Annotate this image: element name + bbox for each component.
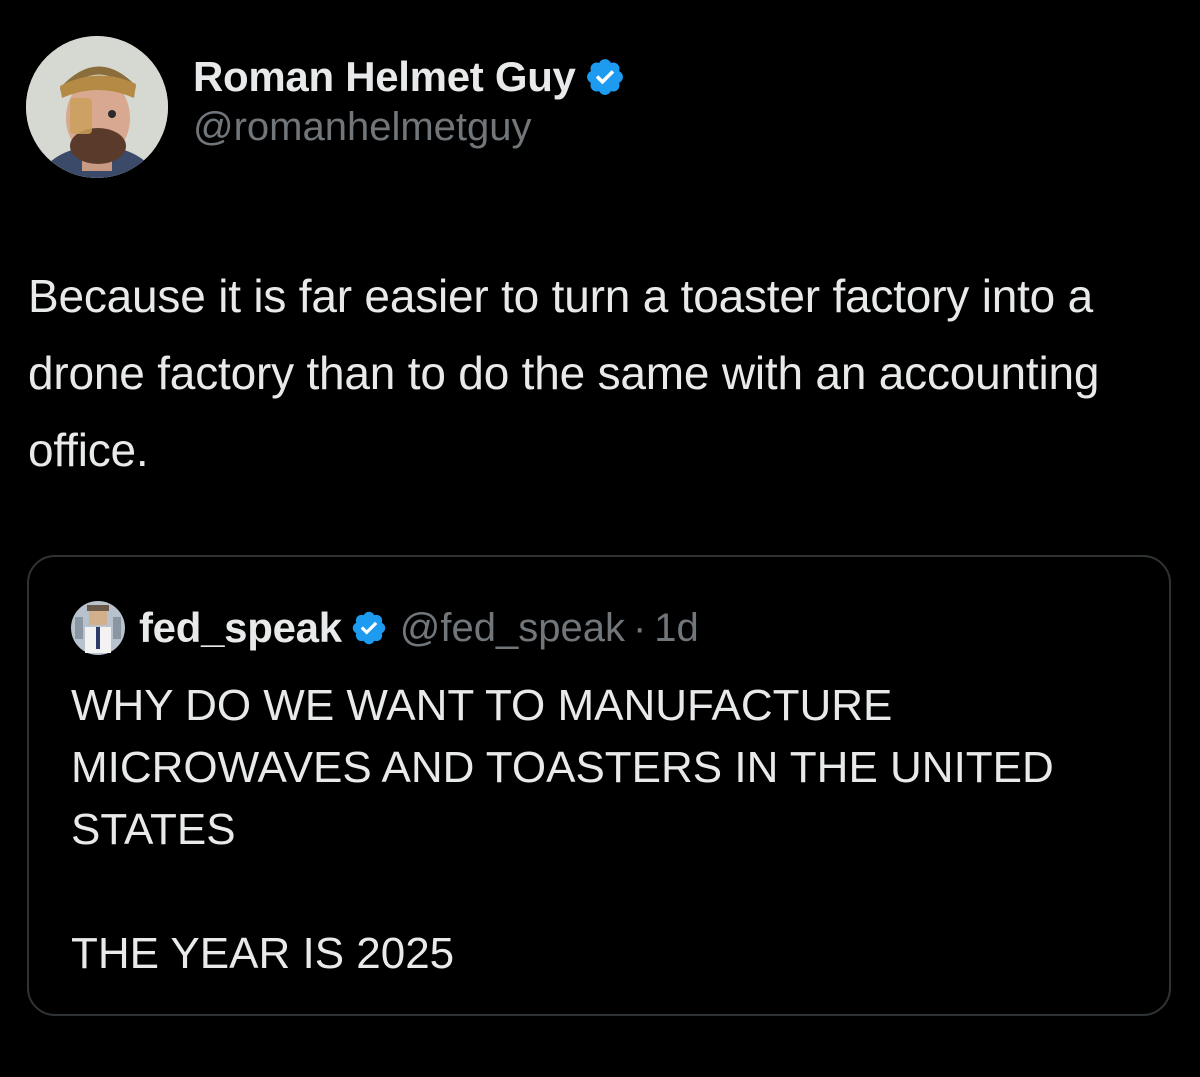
tweet-header: Roman Helmet Guy @romanhelmetguy <box>26 36 626 178</box>
quoted-author-display-name[interactable]: fed_speak <box>139 604 342 652</box>
quoted-author-avatar[interactable] <box>69 599 127 657</box>
quoted-text-closing-line: THE YEAR IS 2025 <box>71 929 455 978</box>
separator-dot: · <box>632 605 647 650</box>
quoted-avatar-image <box>69 599 127 657</box>
quoted-author-handle[interactable]: @fed_speak <box>400 606 625 651</box>
verified-badge-icon <box>352 611 385 645</box>
quoted-tweet-timestamp[interactable]: 1d <box>654 606 699 651</box>
quoted-text-line: WHY DO WE WANT TO MANUFACTURE <box>71 681 893 730</box>
quoted-tweet-body: WHY DO WE WANT TO MANUFACTURE MICROWAVES… <box>71 675 1151 985</box>
quoted-text-line: STATES <box>71 805 236 854</box>
quoted-text-line: MICROWAVES AND TOASTERS IN THE UNITED <box>71 743 1054 792</box>
author-avatar[interactable] <box>26 36 168 178</box>
avatar-photo <box>26 36 168 178</box>
author-display-name[interactable]: Roman Helmet Guy <box>193 53 576 101</box>
quoted-tweet-header: fed_speak @fed_speak · 1d <box>69 599 699 657</box>
verified-badge-icon <box>586 58 623 95</box>
quoted-tweet-card[interactable]: fed_speak @fed_speak · 1d WHY DO WE WANT… <box>27 555 1171 1016</box>
author-handle[interactable]: @romanhelmetguy <box>193 105 626 150</box>
tweet-body-text: Because it is far easier to turn a toast… <box>28 270 1100 476</box>
